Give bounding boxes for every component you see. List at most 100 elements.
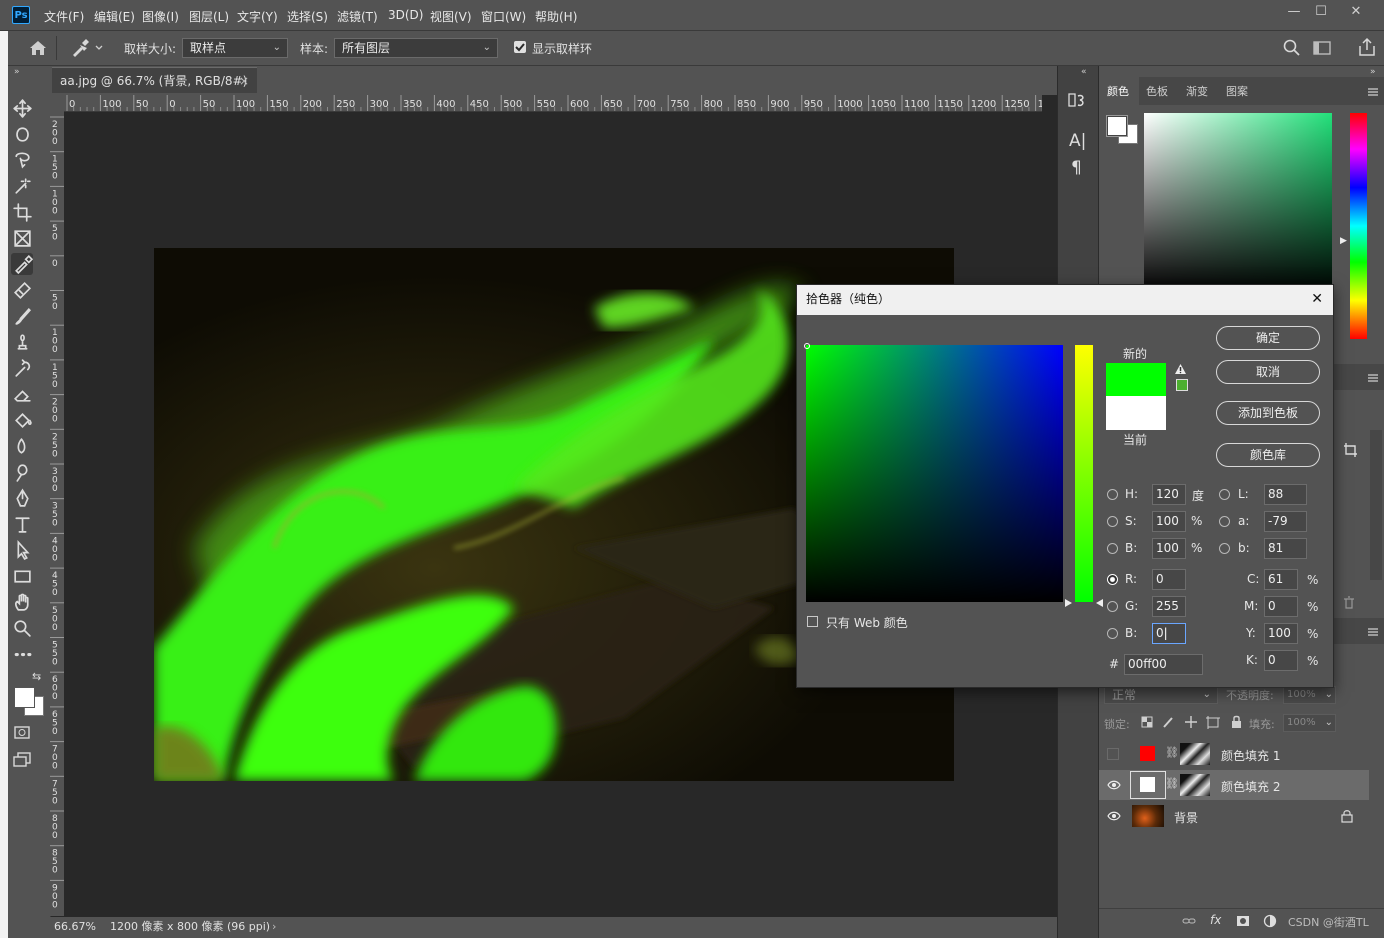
out-of-gamut-warning-icon[interactable] [1174, 363, 1187, 375]
move-tool[interactable] [11, 97, 33, 119]
slider-marker-right[interactable] [1095, 596, 1103, 607]
a-field[interactable]: -79 [1264, 511, 1307, 532]
share-button[interactable] [1356, 37, 1378, 57]
zoom-level[interactable]: 66.67% [54, 917, 96, 937]
crop-adjust-icon[interactable] [1343, 442, 1359, 458]
link-icon[interactable] [1182, 914, 1196, 928]
menu-item[interactable]: 文件(F) [44, 8, 84, 25]
eyedropper-tool[interactable] [11, 253, 34, 275]
radio-b-lab[interactable] [1219, 543, 1230, 554]
g-field[interactable]: 255 [1152, 596, 1186, 617]
adjustment-icon[interactable] [1263, 914, 1277, 928]
hand-tool[interactable] [11, 591, 33, 613]
status-menu-arrow[interactable]: › [272, 917, 276, 937]
menu-item[interactable]: 视图(V) [430, 8, 472, 25]
layer-row-selected[interactable]: ⛓ 颜色填充 2 [1099, 770, 1369, 800]
tool-preset-picker[interactable] [68, 37, 108, 59]
panel-scrollbar[interactable] [1370, 430, 1382, 580]
panel-menu-icon[interactable] [1367, 86, 1379, 96]
workspace-button[interactable] [1312, 39, 1334, 57]
foreground-color-swatch[interactable] [14, 687, 35, 708]
show-ring-checkbox[interactable] [514, 41, 526, 53]
magic-wand-tool[interactable] [11, 175, 33, 197]
dialog-close-icon[interactable]: ✕ [1311, 285, 1323, 313]
clone-stamp-tool[interactable] [11, 331, 33, 353]
blue-field[interactable]: 0| [1152, 623, 1186, 644]
zoom-tool[interactable] [11, 617, 33, 639]
radio-r-selected[interactable] [1107, 574, 1118, 585]
tab-color[interactable]: 颜色 [1107, 83, 1129, 99]
ok-button[interactable]: 确定 [1216, 326, 1320, 350]
channel-slider[interactable] [1075, 345, 1093, 602]
character-style-button[interactable] [1066, 90, 1090, 110]
mask-icon[interactable] [1236, 914, 1250, 928]
panel-foreground-swatch[interactable] [1106, 115, 1128, 137]
fx-icon[interactable]: fx [1210, 913, 1221, 927]
radio-s[interactable] [1107, 516, 1118, 527]
brush-tool[interactable] [11, 305, 33, 327]
menu-item[interactable]: 窗口(W) [481, 8, 526, 25]
layer-row[interactable]: ⛓ 颜色填充 1 [1099, 739, 1369, 769]
h-field[interactable]: 120 [1152, 484, 1186, 505]
panel-color-field[interactable] [1144, 113, 1332, 293]
collapse-left-icon[interactable]: « [1081, 67, 1087, 77]
tab-swatches[interactable]: 色板 [1146, 83, 1168, 99]
panel-menu-icon[interactable] [1367, 626, 1379, 636]
hue-slider-marker[interactable]: ▶ [1340, 236, 1347, 246]
eraser-tool[interactable] [11, 383, 33, 405]
slider-marker-left[interactable] [1065, 596, 1073, 607]
blend-mode-select[interactable]: 正常 ⌄ [1104, 686, 1218, 704]
character-icon[interactable]: A| [1069, 131, 1086, 151]
chain-link-icon[interactable]: ⛓ [1165, 777, 1179, 790]
more-tools[interactable] [11, 643, 33, 665]
l-field[interactable]: 88 [1264, 484, 1307, 505]
dodge-tool[interactable] [11, 461, 33, 483]
type-tool[interactable] [11, 513, 33, 535]
menu-item[interactable]: 图层(L) [189, 8, 229, 25]
menu-item[interactable]: 帮助(H) [535, 8, 577, 25]
menu-item[interactable]: 编辑(E) [94, 8, 135, 25]
add-to-swatches-button[interactable]: 添加到色板 [1216, 401, 1320, 425]
y-field[interactable]: 100 [1264, 623, 1298, 644]
radio-brightness[interactable] [1107, 543, 1118, 554]
tab-patterns[interactable]: 图案 [1226, 83, 1248, 99]
paragraph-icon[interactable]: ¶ [1071, 158, 1082, 178]
m-field[interactable]: 0 [1264, 596, 1298, 617]
rectangle-tool[interactable] [11, 565, 33, 587]
search-button[interactable] [1282, 38, 1302, 58]
pen-tool[interactable] [11, 487, 33, 509]
visibility-toggle-off[interactable] [1107, 748, 1119, 760]
web-only-checkbox[interactable] [807, 616, 818, 627]
color-field[interactable] [804, 343, 1063, 602]
close-window-button[interactable]: ✕ [1342, 3, 1370, 23]
blur-tool[interactable] [11, 435, 33, 457]
k-field[interactable]: 0 [1264, 650, 1298, 671]
background-layer-thumbnail[interactable] [1132, 805, 1164, 827]
radio-l[interactable] [1219, 489, 1230, 500]
b-lab-field[interactable]: 81 [1264, 538, 1307, 559]
c-field[interactable]: 61 [1264, 569, 1298, 590]
radio-h[interactable] [1107, 489, 1118, 500]
lasso-tool[interactable] [11, 149, 33, 171]
radio-a[interactable] [1219, 516, 1230, 527]
swap-colors-icon[interactable]: ⇆ [32, 670, 44, 683]
history-brush-tool[interactable] [11, 357, 33, 379]
trash-icon[interactable] [1342, 596, 1356, 610]
quick-mask-button[interactable] [11, 724, 33, 746]
menu-item[interactable]: 3D(D) [388, 8, 423, 22]
minimize-button[interactable]: — [1280, 3, 1308, 23]
path-selection-tool[interactable] [11, 539, 33, 561]
color-libraries-button[interactable]: 颜色库 [1216, 443, 1320, 467]
sample-select[interactable]: 所有图层 ⌄ [334, 38, 498, 58]
layer-thumb-frame[interactable] [1130, 771, 1166, 799]
opacity-input[interactable]: 100% ⌄ [1283, 686, 1336, 704]
gamut-color-swatch[interactable] [1176, 379, 1188, 391]
menu-item[interactable]: 滤镜(T) [337, 8, 378, 25]
current-color-swatch[interactable] [1106, 396, 1166, 430]
fill-input[interactable]: 100% ⌄ [1283, 714, 1336, 732]
menu-item[interactable]: 文字(Y) [237, 8, 278, 25]
eye-icon[interactable] [1107, 779, 1121, 791]
home-button[interactable] [26, 38, 50, 58]
s-field[interactable]: 100 [1152, 511, 1186, 532]
color-field-cursor[interactable] [804, 343, 810, 349]
